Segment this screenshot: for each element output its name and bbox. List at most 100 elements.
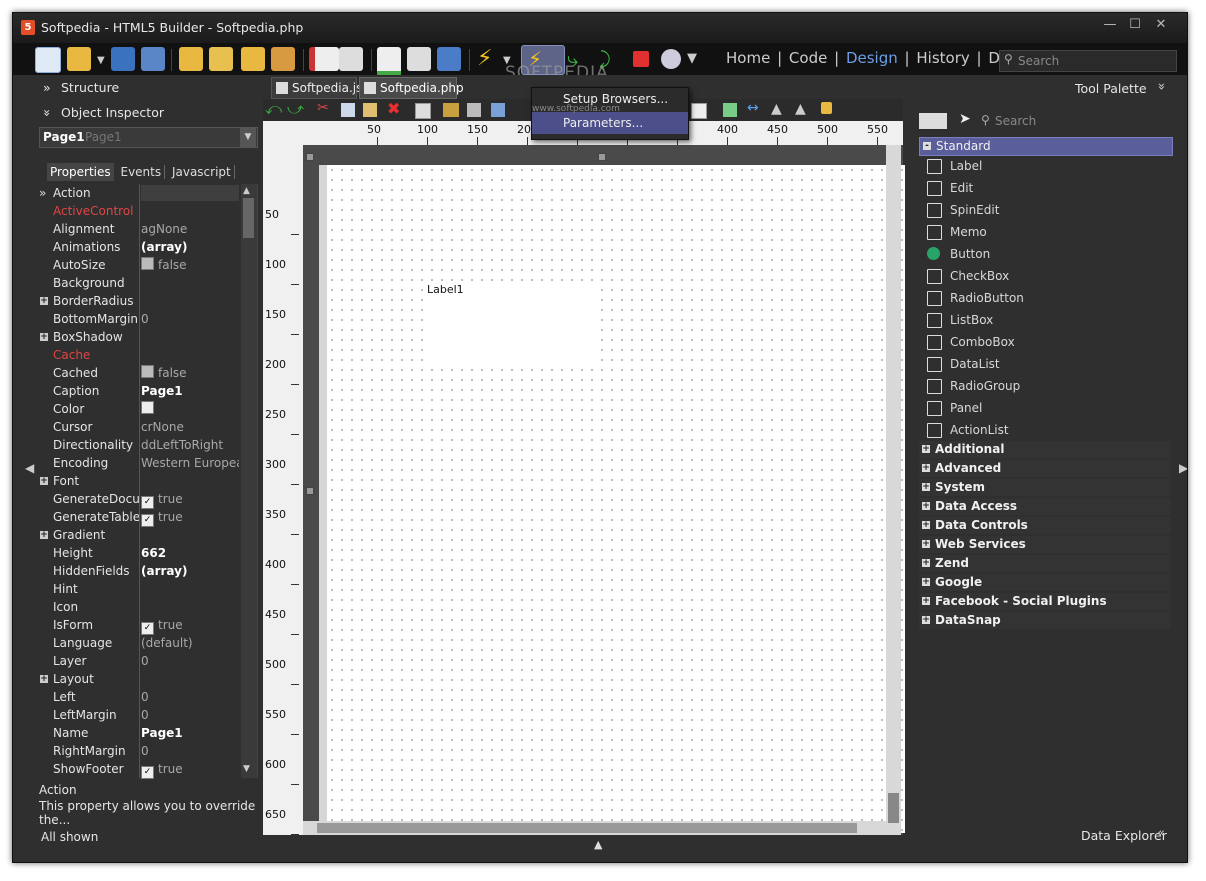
collapse-palette-icon[interactable]: »	[1153, 83, 1168, 91]
property-row[interactable]: Hint	[13, 580, 241, 598]
property-value[interactable]: false	[141, 364, 239, 382]
property-row[interactable]: ActiveControl	[13, 202, 241, 220]
expand-icon[interactable]: +	[40, 297, 48, 306]
palette-item[interactable]: Label	[927, 155, 1157, 177]
expand-icon[interactable]: +	[40, 531, 48, 540]
minimize-button[interactable]: —	[1100, 16, 1120, 34]
validate-icon[interactable]	[723, 103, 737, 117]
property-row[interactable]: + BorderRadius	[13, 292, 241, 310]
property-value[interactable]: (default)	[141, 634, 239, 652]
palette-item[interactable]: Edit	[927, 177, 1157, 199]
scroll-up-icon[interactable]: ▲	[243, 186, 250, 196]
open-project-icon[interactable]	[179, 47, 203, 71]
collapse-left-icon[interactable]: ◀	[25, 461, 34, 475]
resize-handle[interactable]	[598, 153, 606, 161]
palette-item[interactable]: Panel	[927, 397, 1157, 419]
more-dropdown-icon[interactable]: ▼	[687, 51, 697, 66]
property-row[interactable]: Cursor crNone	[13, 418, 241, 436]
property-row[interactable]: Directionality ddLeftToRight	[13, 436, 241, 454]
save-icon[interactable]	[111, 47, 135, 71]
property-value[interactable]: agNone	[141, 220, 239, 238]
property-value[interactable]: 0	[141, 688, 239, 706]
palette-item[interactable]: SpinEdit	[927, 199, 1157, 221]
expand-icon[interactable]: +	[40, 333, 48, 342]
property-row[interactable]: Background	[13, 274, 241, 292]
palette-item[interactable]: DataList	[927, 353, 1157, 375]
property-row[interactable]: Left 0	[13, 688, 241, 706]
property-row[interactable]: Height 662	[13, 544, 241, 562]
nav-home[interactable]: Home	[726, 49, 770, 67]
tab-events[interactable]: Events	[117, 165, 166, 179]
property-value[interactable]: false	[141, 256, 239, 274]
expand-data-explorer-icon[interactable]: «	[1157, 826, 1165, 841]
tab-softpedia-js[interactable]: Softpedia.js	[271, 77, 362, 99]
structure-header[interactable]: » Structure	[13, 76, 259, 100]
property-row[interactable]: Icon	[13, 598, 241, 616]
palette-item[interactable]: ComboBox	[927, 331, 1157, 353]
property-value[interactable]: Page1	[141, 382, 239, 400]
new-file-icon[interactable]	[35, 47, 61, 73]
nav-design[interactable]: Design	[846, 49, 898, 67]
palette-category[interactable]: + Additional	[919, 441, 1171, 458]
palette-category[interactable]: + System	[919, 479, 1171, 496]
flip-h-icon[interactable]: ▲	[771, 101, 782, 117]
tab-softpedia-php[interactable]: Softpedia.php	[359, 77, 464, 99]
search-input[interactable]: ⚲ Search	[999, 50, 1177, 72]
property-row[interactable]: Layer 0	[13, 652, 241, 670]
object-selector[interactable]: Page1 Page1 ▼	[39, 127, 258, 148]
reopen-icon[interactable]	[209, 47, 233, 71]
property-row[interactable]: Caption Page1	[13, 382, 241, 400]
page-canvas[interactable]: Label1	[319, 165, 905, 833]
property-row[interactable]: + Font	[13, 472, 241, 490]
property-value[interactable]: 0	[141, 652, 239, 670]
property-value[interactable]	[141, 185, 239, 201]
run-lightning-icon[interactable]: ⚡	[477, 47, 492, 71]
property-row[interactable]: Cached false	[13, 364, 241, 382]
property-value[interactable]: ✓ true	[141, 760, 239, 779]
canvas-vscroll[interactable]	[886, 145, 901, 835]
palette-category[interactable]: + DataSnap	[919, 612, 1171, 629]
paste-icon[interactable]	[363, 103, 377, 117]
checkbox[interactable]	[141, 257, 154, 270]
property-value[interactable]: 0	[141, 706, 239, 724]
code-toggle-icon[interactable]: ↔	[747, 100, 759, 116]
property-value[interactable]: 0	[141, 310, 239, 328]
remove-from-project-icon[interactable]	[271, 47, 295, 71]
palette-category[interactable]: + Data Controls	[919, 517, 1171, 534]
expand-icon[interactable]: +	[40, 477, 48, 486]
resize-handle[interactable]	[306, 487, 314, 495]
replace-icon[interactable]	[491, 103, 505, 117]
close-all-icon[interactable]	[339, 47, 363, 71]
close-file-icon[interactable]	[309, 47, 339, 71]
copy-icon[interactable]	[341, 103, 355, 117]
import-icon[interactable]	[377, 47, 401, 77]
property-row[interactable]: + Layout	[13, 670, 241, 688]
property-value[interactable]: crNone	[141, 418, 239, 436]
property-value[interactable]: Western European	[141, 454, 239, 472]
property-row[interactable]: Animations (array)	[13, 238, 241, 256]
property-row[interactable]: Color	[13, 400, 241, 418]
palette-view-icon[interactable]	[919, 113, 947, 129]
palette-category[interactable]: + Google	[919, 574, 1171, 591]
chevron-down-icon[interactable]: ▼	[240, 128, 256, 147]
align-icon[interactable]	[443, 103, 459, 117]
inspector-header[interactable]: » Object Inspector	[13, 101, 259, 125]
scroll-thumb[interactable]	[888, 793, 899, 823]
property-row[interactable]: Encoding Western European	[13, 454, 241, 472]
property-row[interactable]: GenerateTable ✓ true	[13, 508, 241, 527]
scroll-down-icon[interactable]: ▼	[243, 764, 250, 774]
color-swatch[interactable]	[141, 401, 154, 414]
palette-item[interactable]: ActionList	[927, 419, 1157, 441]
flip-v-icon[interactable]: ▲	[795, 101, 806, 117]
property-value[interactable]: ✓ true	[141, 616, 239, 635]
tab-properties[interactable]: Properties	[47, 163, 114, 181]
add-to-project-icon[interactable]	[241, 47, 265, 71]
property-row[interactable]: + Gradient	[13, 526, 241, 544]
checkbox[interactable]: ✓	[141, 766, 154, 779]
stop-icon[interactable]	[633, 51, 649, 67]
palette-item[interactable]: CheckBox	[927, 265, 1157, 287]
palette-item[interactable]: RadioGroup	[927, 375, 1157, 397]
maximize-button[interactable]: ☐	[1125, 16, 1145, 34]
close-button[interactable]: ✕	[1151, 16, 1171, 34]
property-value[interactable]: ddLeftToRight	[141, 436, 239, 454]
